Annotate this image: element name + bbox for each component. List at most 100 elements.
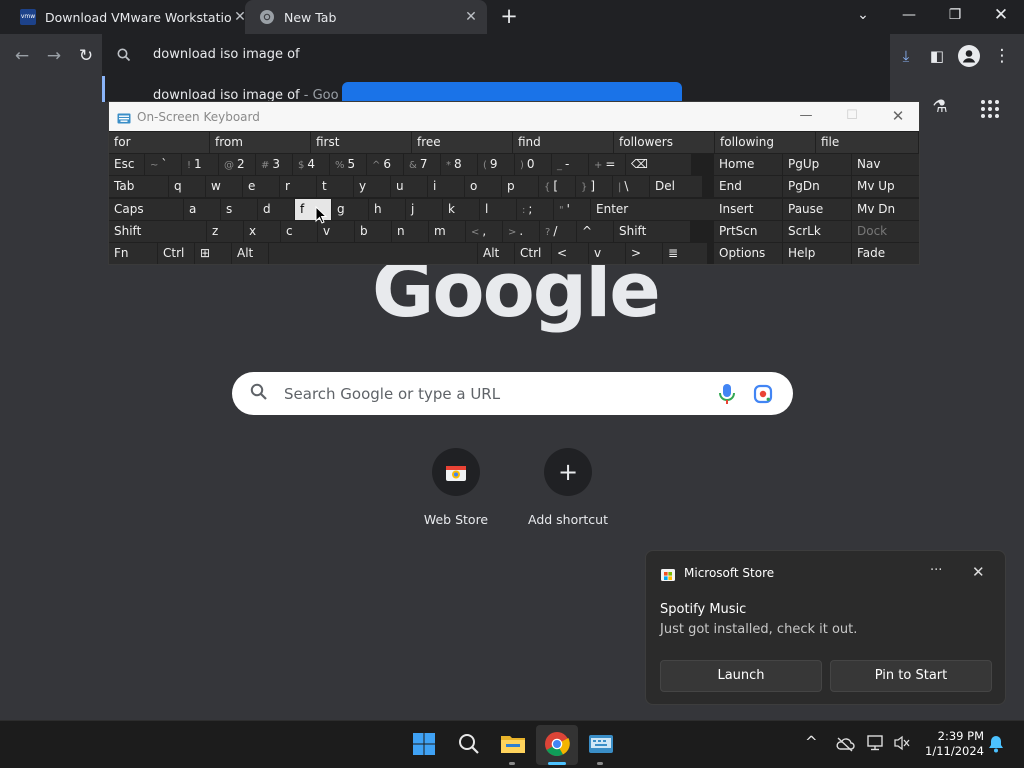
osk-key-alt[interactable]: Alt — [232, 243, 268, 264]
osk-nav-key-mvdn[interactable]: Mv Dn — [852, 198, 919, 220]
tilde-key[interactable]: ~ ` — [145, 154, 181, 176]
2-key[interactable]: @2 — [219, 154, 255, 176]
osk-nav-key-end[interactable]: End — [714, 176, 782, 198]
google-search-box[interactable]: Search Google or type a URL — [232, 372, 793, 415]
osk-maximize-button[interactable]: ☐ — [829, 102, 875, 131]
osk-key-r[interactable]: r — [280, 176, 316, 198]
osk-nav-key-nav[interactable]: Nav — [852, 154, 919, 176]
osk-key-alt[interactable]: Alt — [478, 243, 514, 264]
osk-key-fn[interactable]: Fn — [109, 243, 157, 264]
shortcut-web-store[interactable]: Web Store — [406, 448, 506, 527]
osk-key-ctrl[interactable]: Ctrl — [515, 243, 551, 264]
download-icon[interactable]: ⤓ — [894, 44, 918, 68]
minus-key[interactable]: _ - — [552, 154, 588, 176]
prediction-4[interactable]: find — [513, 132, 613, 153]
0-key[interactable]: ) 0 — [515, 154, 551, 176]
osk-nav-key-pgup[interactable]: PgUp — [783, 154, 851, 176]
volume-muted-icon[interactable] — [893, 735, 911, 755]
osk-key-[interactable]: > — [626, 243, 662, 264]
8-key[interactable]: * 8 — [441, 154, 477, 176]
osk-key-[interactable]: ⊞ — [195, 243, 231, 264]
on-screen-keyboard-taskbar-icon[interactable] — [585, 728, 617, 760]
tab-new-tab[interactable]: New Tab ✕ — [245, 0, 487, 34]
prediction-5[interactable]: followers — [614, 132, 714, 153]
notification-bell-icon[interactable] — [988, 735, 1004, 757]
osk-key-e[interactable]: e — [243, 176, 279, 198]
7-key[interactable]: & 7 — [404, 154, 440, 176]
osk-nav-key-scrlk[interactable]: ScrLk — [783, 220, 851, 242]
osk-key-x[interactable]: x — [244, 220, 280, 242]
5-key[interactable]: % 5 — [330, 154, 366, 176]
more-options-icon[interactable]: ··· — [930, 563, 942, 578]
osk-key-c[interactable]: c — [281, 220, 317, 242]
profile-avatar[interactable] — [958, 45, 980, 67]
4-key[interactable]: $4 — [293, 154, 329, 176]
osk-key-del[interactable]: Del — [650, 176, 702, 198]
search-icon[interactable] — [453, 728, 485, 760]
launch-button[interactable]: Launch — [660, 660, 822, 692]
osk-key-s[interactable]: s — [221, 198, 257, 220]
osk-key-[interactable]: ≣ — [663, 243, 707, 264]
forward-arrow-icon[interactable]: → — [42, 44, 66, 68]
google-lens-icon[interactable] — [753, 384, 773, 408]
tray-overflow-chevron-icon[interactable]: ^ — [805, 733, 818, 751]
osk-key-m[interactable]: m — [429, 220, 465, 242]
new-tab-button[interactable]: + — [498, 5, 520, 27]
tab-search-chevron-icon[interactable]: ⌄ — [840, 0, 886, 32]
osk-key-a[interactable]: a — [184, 198, 220, 220]
pin-to-start-button[interactable]: Pin to Start — [830, 660, 992, 692]
osk-key-y[interactable]: y — [354, 176, 390, 198]
osk-key-tab[interactable]: Tab — [109, 176, 168, 198]
osk-nav-key-prtscn[interactable]: PrtScn — [714, 220, 782, 242]
close-notification-icon[interactable]: ✕ — [972, 563, 985, 581]
osk-nav-key-insert[interactable]: Insert — [714, 198, 782, 220]
minimize-button[interactable]: — — [886, 0, 932, 32]
apps-grid-icon[interactable] — [978, 97, 1002, 125]
labs-flask-icon[interactable]: ⚗ — [928, 97, 952, 121]
osk-key-ctrl[interactable]: Ctrl — [158, 243, 194, 264]
osk-key-[interactable]: ^ — [577, 220, 613, 242]
back-arrow-icon[interactable]: ← — [10, 44, 34, 68]
clock[interactable]: 2:39 PM 1/11/2024 — [920, 729, 984, 759]
osk-nav-key-home[interactable]: Home — [714, 154, 782, 176]
close-window-button[interactable]: ✕ — [978, 0, 1024, 32]
osk-key-p[interactable]: p — [502, 176, 538, 198]
restore-button[interactable]: ❐ — [932, 0, 978, 32]
osk-key-enter[interactable]: Enter — [591, 198, 728, 220]
osk-key-i[interactable]: i — [428, 176, 464, 198]
voice-search-mic-icon[interactable] — [717, 383, 737, 409]
osk-key-v[interactable]: v — [589, 243, 625, 264]
file-explorer-icon[interactable] — [497, 728, 529, 760]
osk-nav-key-dock[interactable]: Dock — [852, 220, 919, 242]
osk-key-t[interactable]: t — [317, 176, 353, 198]
shortcut-add[interactable]: + Add shortcut — [518, 448, 618, 527]
prediction-1[interactable]: from — [210, 132, 310, 153]
osk-nav-key-mvup[interactable]: Mv Up — [852, 176, 919, 198]
osk-key-[interactable]: < — [552, 243, 588, 264]
backspace-key[interactable]: ⌫ — [626, 154, 691, 176]
osk-minimize-button[interactable]: — — [783, 102, 829, 131]
9-key[interactable]: (9 — [478, 154, 514, 176]
osk-key-b[interactable]: b — [355, 220, 391, 242]
search-input-placeholder[interactable]: Search Google or type a URL — [284, 385, 500, 403]
osk-key-l[interactable]: l — [480, 198, 516, 220]
osk-key-u[interactable]: u — [391, 176, 427, 198]
omnibox-input[interactable]: download iso image of — [153, 47, 300, 62]
osk-key-z[interactable]: z — [207, 220, 243, 242]
prediction-0[interactable]: for — [109, 132, 209, 153]
osk-key-n[interactable]: n — [392, 220, 428, 242]
esc-key[interactable]: Esc — [109, 154, 144, 176]
osk-key-o[interactable]: o — [465, 176, 501, 198]
osk-nav-key-pgdn[interactable]: PgDn — [783, 176, 851, 198]
start-windows-icon[interactable] — [408, 728, 440, 760]
chrome-taskbar-icon[interactable] — [541, 728, 573, 760]
osk-key-[interactable]: {[ — [539, 176, 575, 198]
osk-key-q[interactable]: q — [169, 176, 205, 198]
osk-key-h[interactable]: h — [369, 198, 405, 220]
osk-key-caps[interactable]: Caps — [109, 198, 183, 220]
osk-key-shift[interactable]: Shift — [109, 220, 206, 242]
prediction-2[interactable]: first — [311, 132, 411, 153]
osk-key-d[interactable]: d — [258, 198, 294, 220]
osk-nav-key-help[interactable]: Help — [783, 243, 851, 264]
osk-key-[interactable]: >. — [503, 220, 539, 242]
